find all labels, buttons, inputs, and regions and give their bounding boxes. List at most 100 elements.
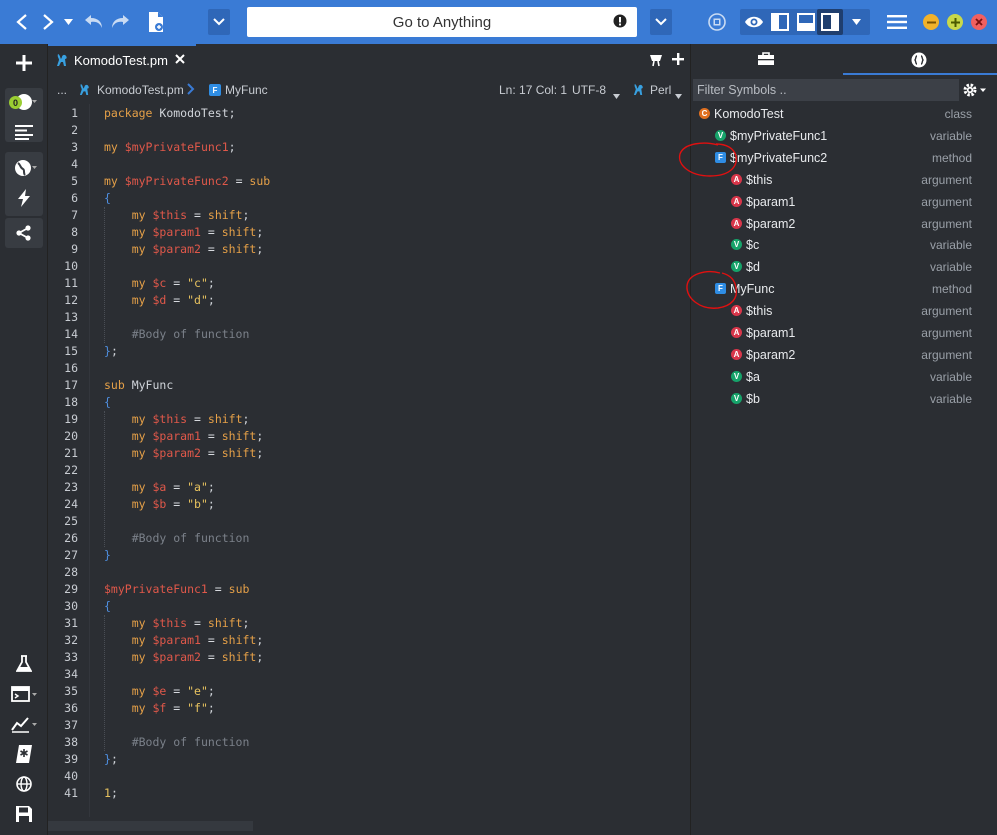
code-line[interactable]: my $e = "e"; (104, 683, 215, 700)
chart-icon[interactable] (7, 710, 41, 738)
tab-label: KomodoTest.pm (74, 53, 168, 68)
add-icon[interactable] (7, 49, 41, 77)
console-icon[interactable] (7, 680, 41, 708)
line-number: 24 (64, 497, 78, 511)
horizontal-scrollbar[interactable] (48, 817, 690, 835)
go-to-anything-field[interactable]: Go to Anything (247, 7, 637, 37)
minimize-icon[interactable] (923, 14, 939, 30)
symbol-row[interactable]: A $param2 argument (691, 214, 997, 236)
new-file-icon[interactable] (143, 10, 169, 34)
code-line[interactable]: my $b = "b"; (104, 496, 215, 513)
right-pane-icon[interactable] (817, 9, 843, 35)
code-line[interactable]: 1; (104, 785, 118, 802)
alert-icon (613, 14, 627, 32)
globe-icon[interactable] (7, 154, 41, 182)
code-line[interactable]: #Body of function (104, 530, 250, 547)
language-dropdown-icon[interactable] (675, 88, 682, 102)
code-line[interactable]: my $myPrivateFunc2 = sub (104, 173, 270, 190)
cursor-position[interactable]: Ln: 17 Col: 1 (499, 83, 567, 97)
symbol-row[interactable]: V $a variable (691, 367, 997, 389)
code-line[interactable]: my $param2 = shift; (104, 649, 264, 666)
breadcrumb-ellipsis[interactable]: ... (57, 83, 67, 97)
symbol-row[interactable]: A $param2 argument (691, 345, 997, 367)
forward-icon[interactable] (36, 10, 60, 34)
symbol-type: argument (921, 194, 972, 209)
back-icon[interactable] (10, 10, 34, 34)
undo-icon[interactable] (82, 10, 106, 34)
code-line[interactable]: { (104, 394, 111, 411)
code-line[interactable]: my $param1 = shift; (104, 428, 264, 445)
code-line[interactable]: my $c = "c"; (104, 275, 215, 292)
go-to-anything-label: Go to Anything (392, 13, 492, 31)
symbol-argument-icon: A (731, 348, 742, 360)
encoding-dropdown-icon[interactable] (613, 88, 620, 102)
language-selector[interactable]: Perl (650, 83, 671, 97)
gear-icon[interactable] (963, 82, 987, 103)
file-dropdown-button[interactable] (208, 9, 230, 35)
code-editor[interactable]: 1 2 3 4 5 6 7 8 9 10 11 12 13 14 15 16 17 18 19 20 21 22 23 24 2… (48, 104, 689, 817)
save-icon[interactable] (7, 800, 41, 828)
symbol-row[interactable]: A $param1 argument (691, 323, 997, 345)
line-number: 26 (64, 531, 78, 545)
split-view-icon[interactable] (648, 53, 664, 72)
globe-small-icon[interactable] (7, 770, 41, 798)
breadcrumb-chevron-icon (187, 83, 195, 98)
scrollbar-thumb[interactable] (48, 821, 253, 831)
left-sidebar: 0 (0, 44, 48, 835)
code-line[interactable]: { (104, 190, 111, 207)
symbol-row[interactable]: A $param1 argument (691, 192, 997, 214)
code-line[interactable]: }; (104, 343, 118, 360)
code-line[interactable]: #Body of function (104, 734, 250, 751)
code-line[interactable]: my $myPrivateFunc1; (104, 139, 236, 156)
document-list-icon[interactable] (7, 118, 41, 146)
goto-dropdown-button[interactable] (650, 9, 672, 35)
code-line[interactable]: my $this = shift; (104, 615, 250, 632)
breadcrumb-function[interactable]: MyFunc (225, 83, 268, 97)
left-pane-icon[interactable] (767, 9, 793, 35)
symbol-row[interactable]: V $c variable (691, 235, 997, 257)
menu-icon[interactable] (884, 10, 910, 34)
code-line[interactable]: package KomodoTest; (104, 105, 236, 122)
encoding-selector[interactable]: UTF-8 (572, 83, 606, 97)
code-line[interactable]: my $param1 = shift; (104, 224, 264, 241)
code-line[interactable]: my $param2 = shift; (104, 445, 264, 462)
code-line[interactable]: my $a = "a"; (104, 479, 215, 496)
eye-icon[interactable] (741, 9, 767, 35)
share-icon[interactable] (7, 219, 41, 247)
code-line[interactable]: $myPrivateFunc1 = sub (104, 581, 249, 598)
symbol-row[interactable]: V $b variable (691, 389, 997, 411)
bottom-pane-icon[interactable] (793, 9, 819, 35)
close-window-icon[interactable] (971, 14, 987, 30)
code-line[interactable]: }; (104, 751, 118, 768)
regex-icon[interactable] (7, 740, 41, 768)
code-line[interactable]: sub MyFunc (104, 377, 173, 394)
code-line[interactable]: my $f = "f"; (104, 700, 215, 717)
perl-camel-icon (79, 83, 90, 99)
filter-symbols-input[interactable] (693, 79, 959, 101)
maximize-icon[interactable] (947, 14, 963, 30)
pane-dropdown-icon[interactable] (846, 14, 866, 30)
record-macro-icon[interactable] (704, 10, 730, 34)
tab-code-intel[interactable] (911, 52, 927, 73)
tab-toolbox[interactable] (758, 52, 774, 71)
tab-komodotest-pm[interactable]: KomodoTest.pm (48, 44, 196, 74)
code-line[interactable]: { (104, 598, 111, 615)
code-line[interactable]: my $param2 = shift; (104, 241, 264, 258)
line-number: 16 (64, 361, 78, 375)
redo-icon[interactable] (108, 10, 132, 34)
code-line[interactable]: my $this = shift; (104, 207, 250, 224)
lightning-icon[interactable] (7, 184, 41, 212)
code-line[interactable]: #Body of function (104, 326, 250, 343)
symbol-row[interactable]: C KomodoTest class (691, 104, 997, 126)
new-tab-icon[interactable] (672, 52, 684, 70)
code-line[interactable]: my $this = shift; (104, 411, 250, 428)
flask-icon[interactable] (7, 650, 41, 678)
code-line[interactable]: } (104, 547, 111, 564)
toolbox-toggle-icon[interactable]: 0 (7, 88, 41, 116)
close-tab-icon[interactable] (175, 52, 185, 67)
breadcrumb-bar: ... KomodoTest.pm F MyFunc Ln: 17 Col: 1… (48, 76, 690, 104)
code-line[interactable]: my $param1 = shift; (104, 632, 264, 649)
history-dropdown-icon[interactable] (62, 14, 74, 30)
breadcrumb-file[interactable]: KomodoTest.pm (97, 83, 184, 97)
code-line[interactable]: my $d = "d"; (104, 292, 215, 309)
